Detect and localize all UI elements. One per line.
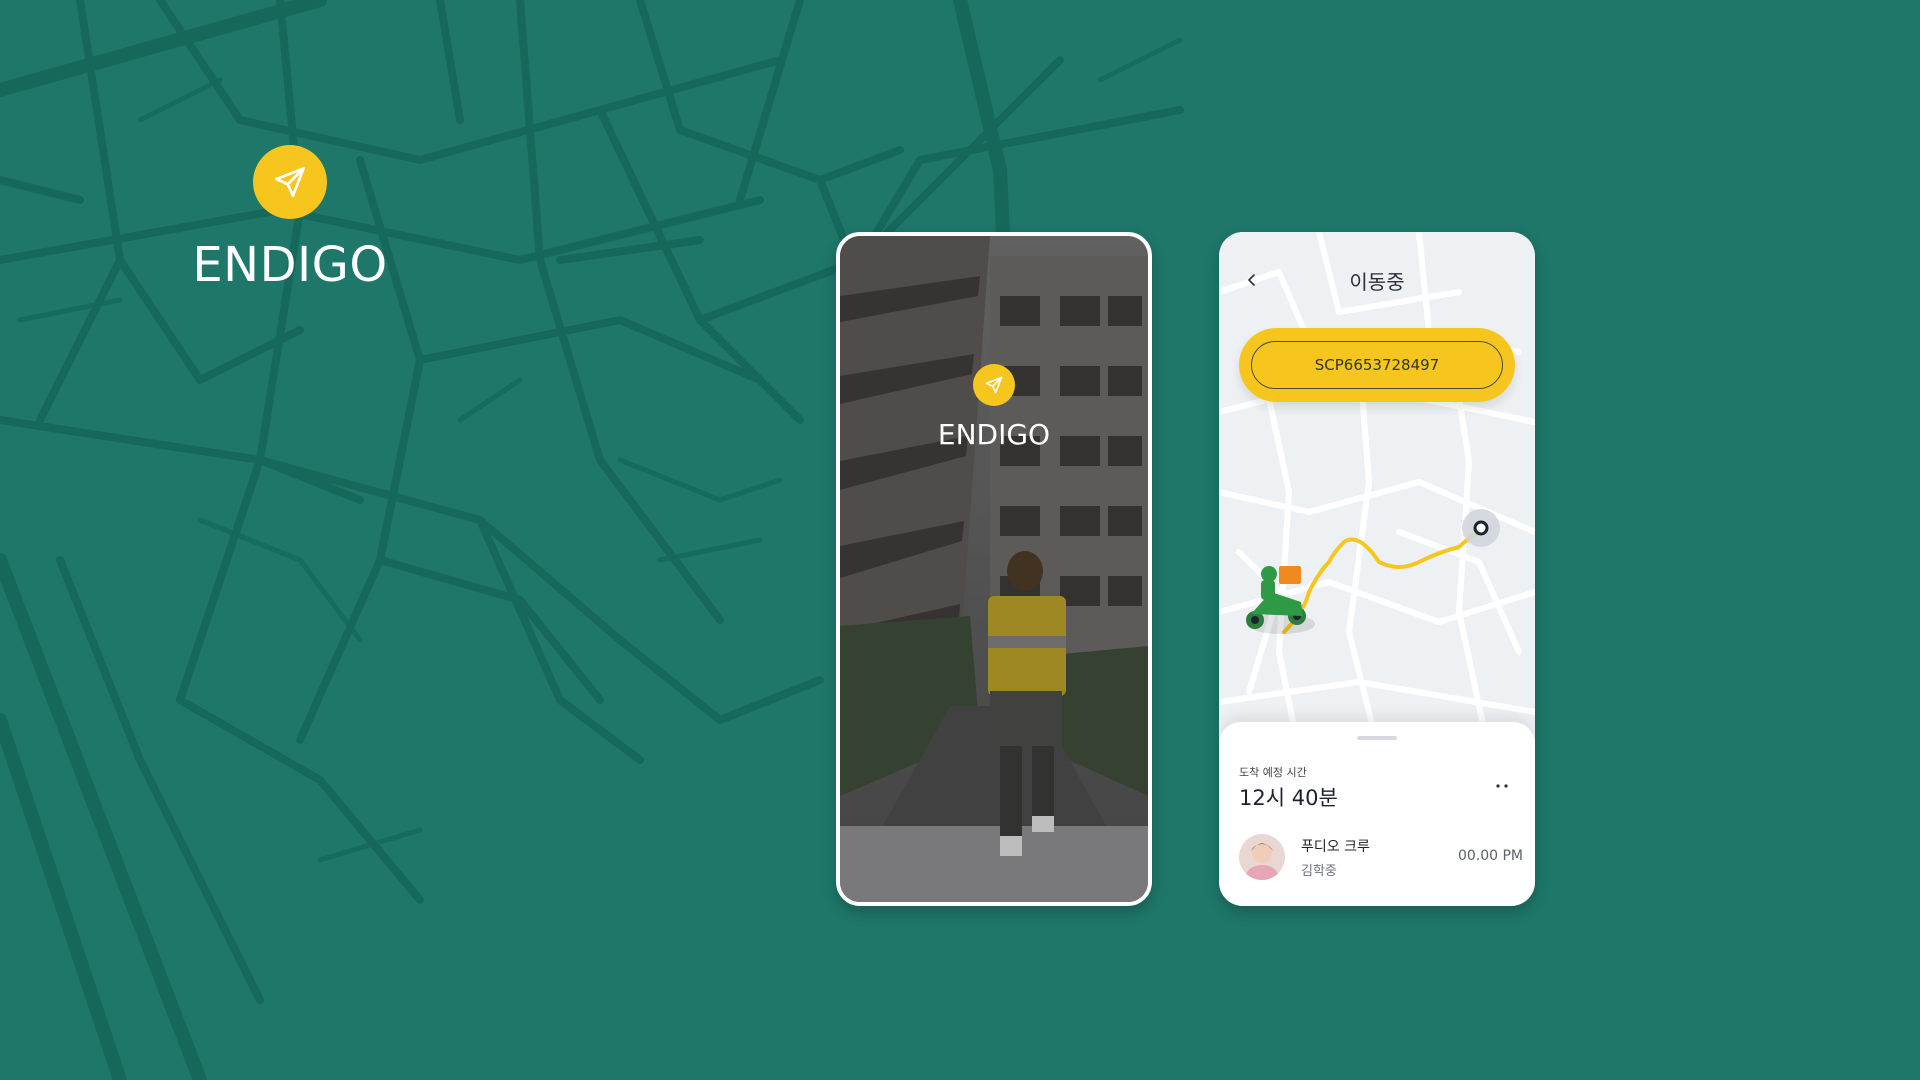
splash-screen: ENDIGO <box>836 232 1152 906</box>
paper-plane-icon <box>253 145 327 219</box>
crew-name: 김학중 <box>1301 864 1337 879</box>
eta-value: 12시 40분 <box>1239 786 1338 810</box>
paper-plane-icon <box>973 364 1015 406</box>
eta-label: 도착 예정 시간 <box>1239 766 1307 779</box>
brand-logo: ENDIGO <box>190 145 390 293</box>
avatar <box>1239 834 1285 880</box>
more-dots-icon[interactable] <box>1495 782 1509 790</box>
sheet-handle[interactable] <box>1357 736 1397 740</box>
bottom-sheet[interactable]: 도착 예정 시간 12시 40분 푸디오 크루 김학중 00.00 PM <box>1219 722 1535 906</box>
splash-brand-name: ENDIGO <box>937 418 1051 451</box>
crew-team: 푸디오 크루 <box>1301 839 1370 855</box>
page-title: 이동중 <box>1349 269 1405 294</box>
brand-name: ENDIGO <box>192 237 388 293</box>
splash-logo: ENDIGO <box>840 364 1148 451</box>
crew-time: 00.00 PM <box>1457 848 1523 864</box>
tracking-header: 이동중 <box>1219 262 1535 298</box>
route-map <box>1219 232 1535 752</box>
courier-photo <box>840 236 1148 902</box>
tracking-code-pill[interactable]: SCP6653728497 <box>1239 328 1515 402</box>
tracking-screen: 이동중 SCP6653728497 도착 예정 시간 12시 40분 푸디오 크… <box>1219 232 1535 906</box>
tracking-code: SCP6653728497 <box>1251 341 1503 389</box>
chevron-left-icon[interactable] <box>1245 272 1259 288</box>
